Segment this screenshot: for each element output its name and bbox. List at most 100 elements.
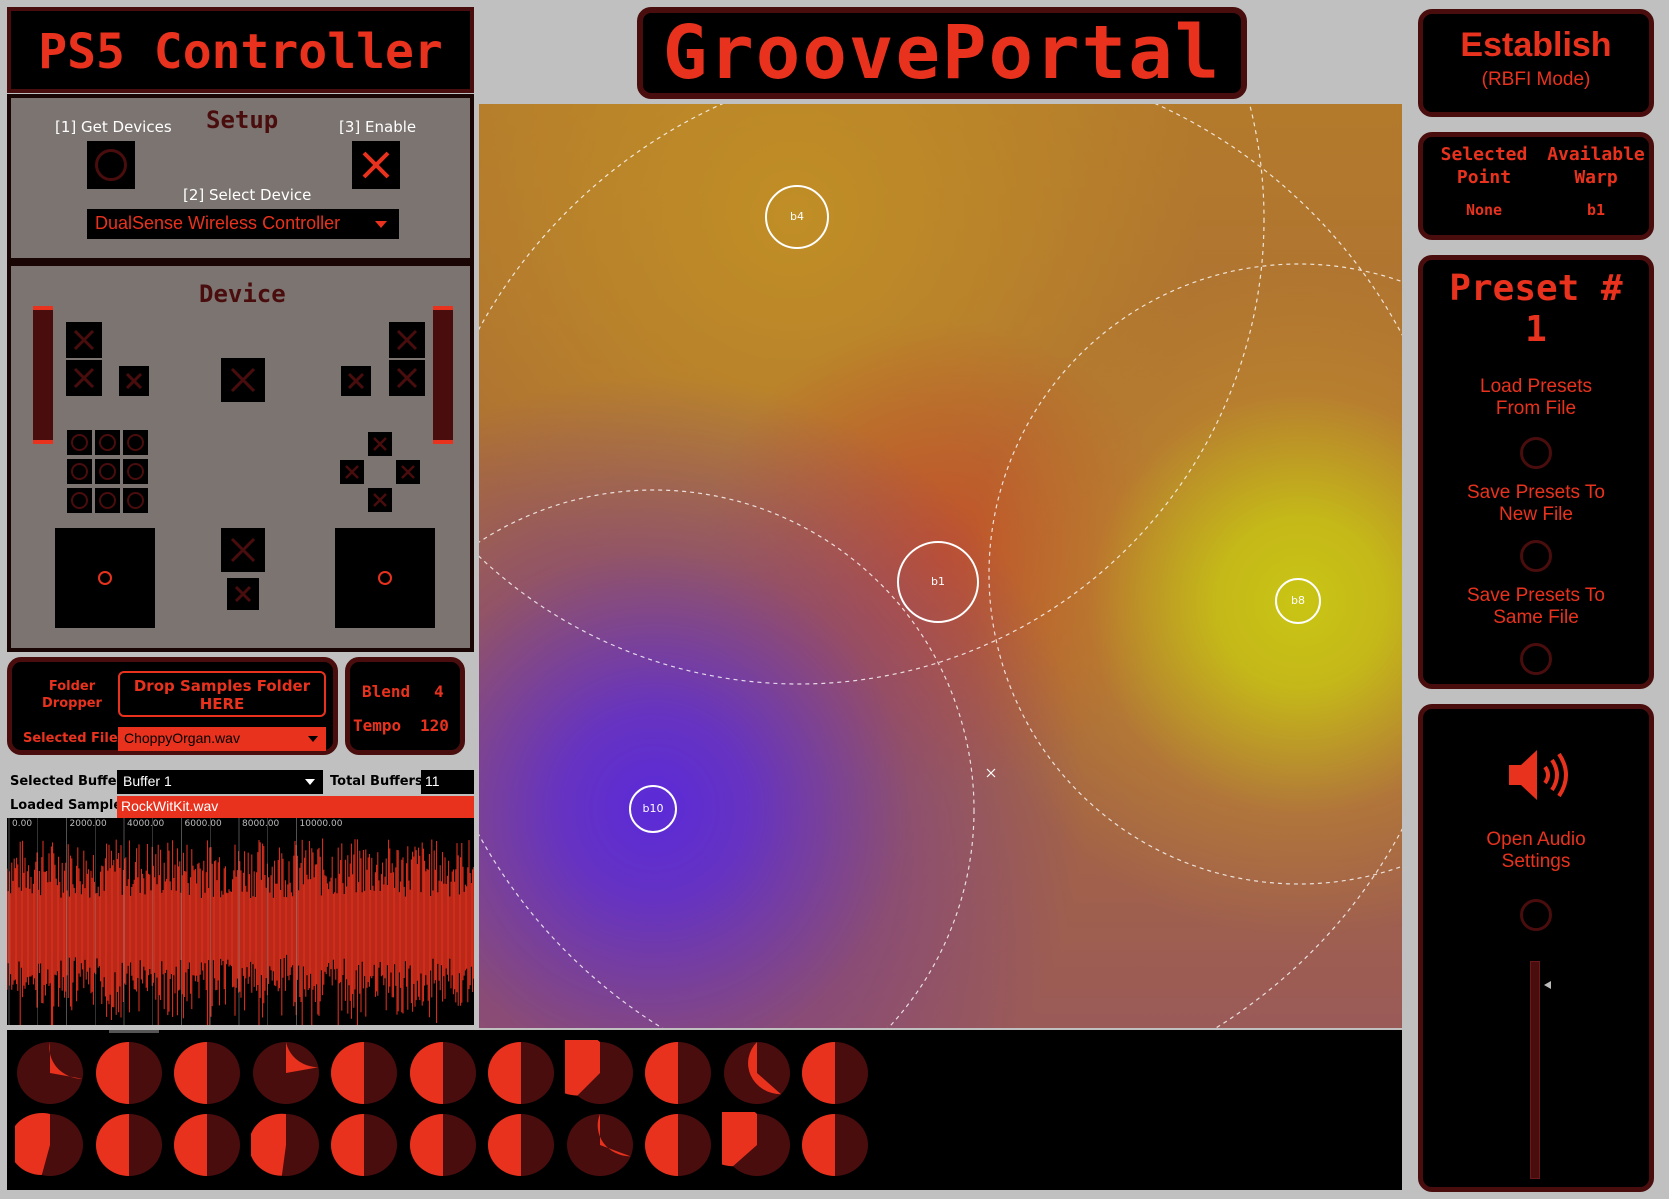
knob[interactable] <box>486 1040 556 1106</box>
enable-toggle[interactable] <box>352 141 400 189</box>
knob[interactable] <box>250 1112 321 1178</box>
total-buffers-label: Total Buffers <box>330 774 423 789</box>
warp-field[interactable]: b4 b1 b8 b10 <box>479 104 1402 1028</box>
square-button[interactable] <box>340 460 364 484</box>
warp-point-b10[interactable]: b10 <box>629 785 677 833</box>
circle-button[interactable] <box>396 460 420 484</box>
knob[interactable] <box>172 1040 242 1106</box>
total-buffers-value: 11 <box>425 773 440 789</box>
triangle-button[interactable] <box>368 432 392 456</box>
touchpad-cell[interactable] <box>123 459 148 484</box>
close-icon <box>373 493 387 507</box>
total-buffers-field[interactable]: 11 <box>421 770 474 794</box>
knob[interactable] <box>800 1112 870 1178</box>
select-device-label: [2] Select Device <box>183 186 312 204</box>
knob[interactable] <box>643 1040 713 1106</box>
touchpad-cell[interactable] <box>123 430 148 455</box>
close-icon <box>73 329 95 351</box>
close-icon <box>125 372 143 390</box>
establish-mode: (RBFI Mode) <box>1481 69 1591 90</box>
get-devices-button[interactable] <box>87 141 135 189</box>
drop-samples-zone[interactable]: Drop Samples Folder HERE <box>118 671 326 717</box>
warp-radius-b4 <box>479 104 1265 685</box>
touchpad-cell[interactable] <box>123 488 148 513</box>
save-new-label: Save Presets To New File <box>1466 482 1605 525</box>
circle-icon <box>99 463 116 480</box>
waveform-tick-label: 4000.00 <box>127 819 165 829</box>
save-same-button[interactable] <box>1520 643 1552 675</box>
touchpad-cell[interactable] <box>95 488 120 513</box>
open-audio-button[interactable] <box>1520 899 1552 931</box>
options-button[interactable] <box>341 366 371 396</box>
r3-button[interactable] <box>227 578 259 610</box>
preset-panel: Preset # 1 Load Presets From File Save Pr… <box>1418 255 1654 689</box>
save-new-button[interactable] <box>1520 540 1552 572</box>
knob[interactable] <box>721 1112 792 1178</box>
right-stick-pad[interactable] <box>335 528 435 628</box>
circle-icon <box>95 149 127 181</box>
circle-icon <box>127 434 144 451</box>
share-button[interactable] <box>119 366 149 396</box>
knob[interactable] <box>408 1040 478 1106</box>
selected-file-select[interactable]: ChoppyOrgan.wav <box>118 727 326 751</box>
controller-title: PS5 Controller <box>38 24 443 80</box>
cross-button[interactable] <box>368 488 392 512</box>
left-trigger-meter <box>33 306 53 444</box>
knob[interactable] <box>565 1112 635 1178</box>
device-select-value: DualSense Wireless Controller <box>95 213 341 233</box>
selected-file-label: Selected File <box>23 731 118 746</box>
circle-icon <box>71 463 88 480</box>
establish-button[interactable]: Establish (RBFI Mode) <box>1418 9 1654 117</box>
circle-icon <box>99 434 116 451</box>
loaded-sample-field[interactable]: RockWitKit.wav <box>117 796 474 818</box>
knob[interactable] <box>408 1112 478 1178</box>
touchpad-cell[interactable] <box>67 430 92 455</box>
volume-slider-track[interactable] <box>1530 961 1540 1179</box>
l1-button[interactable] <box>66 360 102 396</box>
left-stick-pad[interactable] <box>55 528 155 628</box>
device-select[interactable]: DualSense Wireless Controller <box>87 209 399 239</box>
controller-title-box: PS5 Controller <box>7 7 474 93</box>
touchpad-cell[interactable] <box>67 488 92 513</box>
knob[interactable] <box>329 1112 399 1178</box>
knob[interactable] <box>94 1040 164 1106</box>
l3-button[interactable] <box>221 528 265 572</box>
preset-number[interactable]: 1 <box>1423 309 1649 350</box>
blend-value[interactable]: 4 <box>434 682 444 701</box>
selected-buffer-select[interactable]: Buffer 1 <box>117 770 323 794</box>
waveform-view[interactable]: 0.00 2000.00 4000.00 6000.00 8000.00 10000.00 <box>7 818 474 1025</box>
setup-heading: Setup <box>206 106 279 134</box>
r1-button[interactable] <box>389 360 425 396</box>
warp-point-b8[interactable]: b8 <box>1275 578 1321 624</box>
device-heading: Device <box>199 280 286 308</box>
touchpad-cell[interactable] <box>67 459 92 484</box>
warp-point-b4[interactable]: b4 <box>765 185 829 249</box>
waveform-tick-label: 8000.00 <box>242 819 280 829</box>
blend-tempo-panel: Blend 4 Tempo 120 <box>345 657 465 755</box>
knob[interactable] <box>564 1040 635 1106</box>
knob[interactable] <box>15 1040 85 1106</box>
knob[interactable] <box>329 1040 399 1106</box>
knob[interactable] <box>15 1112 85 1178</box>
r2-button[interactable] <box>389 322 425 358</box>
knob[interactable] <box>722 1040 792 1106</box>
knob[interactable] <box>94 1112 164 1178</box>
l2-button[interactable] <box>66 322 102 358</box>
knob[interactable] <box>643 1112 713 1178</box>
touchpad-cell[interactable] <box>95 430 120 455</box>
warp-point-b1[interactable]: b1 <box>897 541 979 623</box>
knob[interactable] <box>486 1112 556 1178</box>
available-warp-value[interactable]: b1 <box>1541 201 1651 219</box>
volume-slider-handle[interactable] <box>1544 981 1551 989</box>
touchpad-cell[interactable] <box>95 459 120 484</box>
close-icon <box>396 329 418 351</box>
available-warp-label: Available Warp <box>1547 144 1645 188</box>
knob[interactable] <box>800 1040 870 1106</box>
save-same-label: Save Presets To Same File <box>1466 585 1605 628</box>
close-icon <box>362 151 390 179</box>
ps-button[interactable] <box>221 358 265 402</box>
tempo-value[interactable]: 120 <box>420 716 449 735</box>
knob[interactable] <box>251 1040 321 1106</box>
knob[interactable] <box>172 1112 242 1178</box>
load-presets-button[interactable] <box>1520 437 1552 469</box>
